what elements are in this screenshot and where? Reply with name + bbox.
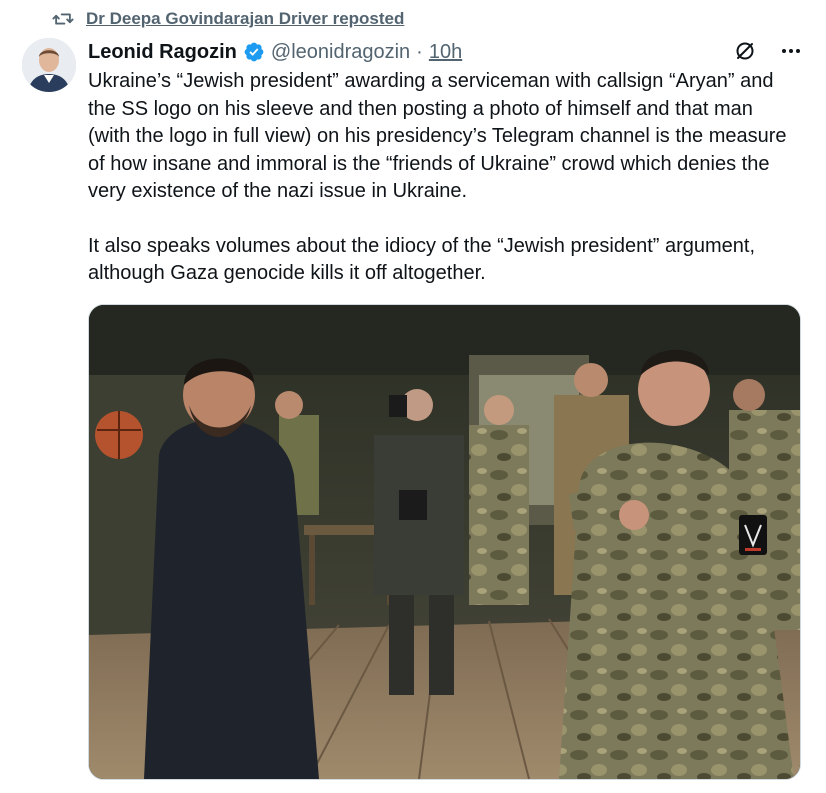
tweet-paragraph: Ukraine’s “Jewish president” awarding a …: [88, 70, 787, 202]
repost-label[interactable]: Dr Deepa Govindarajan Driver reposted: [86, 9, 404, 29]
author-handle[interactable]: @leonidragozin: [271, 41, 410, 64]
separator-dot: ·: [416, 40, 423, 63]
verified-badge-icon[interactable]: [243, 41, 265, 63]
tweet-text: Ukraine’s “Jewish president” awarding a …: [88, 68, 800, 288]
tweet-photo[interactable]: [88, 304, 801, 780]
tweet-header: Leonid Ragozin @leonidragozin · 10h: [88, 38, 806, 66]
repost-icon: [52, 8, 74, 30]
author-name[interactable]: Leonid Ragozin: [88, 41, 237, 64]
header-actions: [732, 38, 804, 64]
grok-icon[interactable]: [732, 38, 758, 64]
tweet-timestamp[interactable]: 10h: [429, 41, 462, 64]
more-icon[interactable]: [778, 38, 804, 64]
repost-attribution: Dr Deepa Govindarajan Driver reposted: [52, 8, 404, 30]
author-avatar[interactable]: [22, 38, 76, 92]
tweet-paragraph: It also speaks volumes about the idiocy …: [88, 234, 756, 285]
